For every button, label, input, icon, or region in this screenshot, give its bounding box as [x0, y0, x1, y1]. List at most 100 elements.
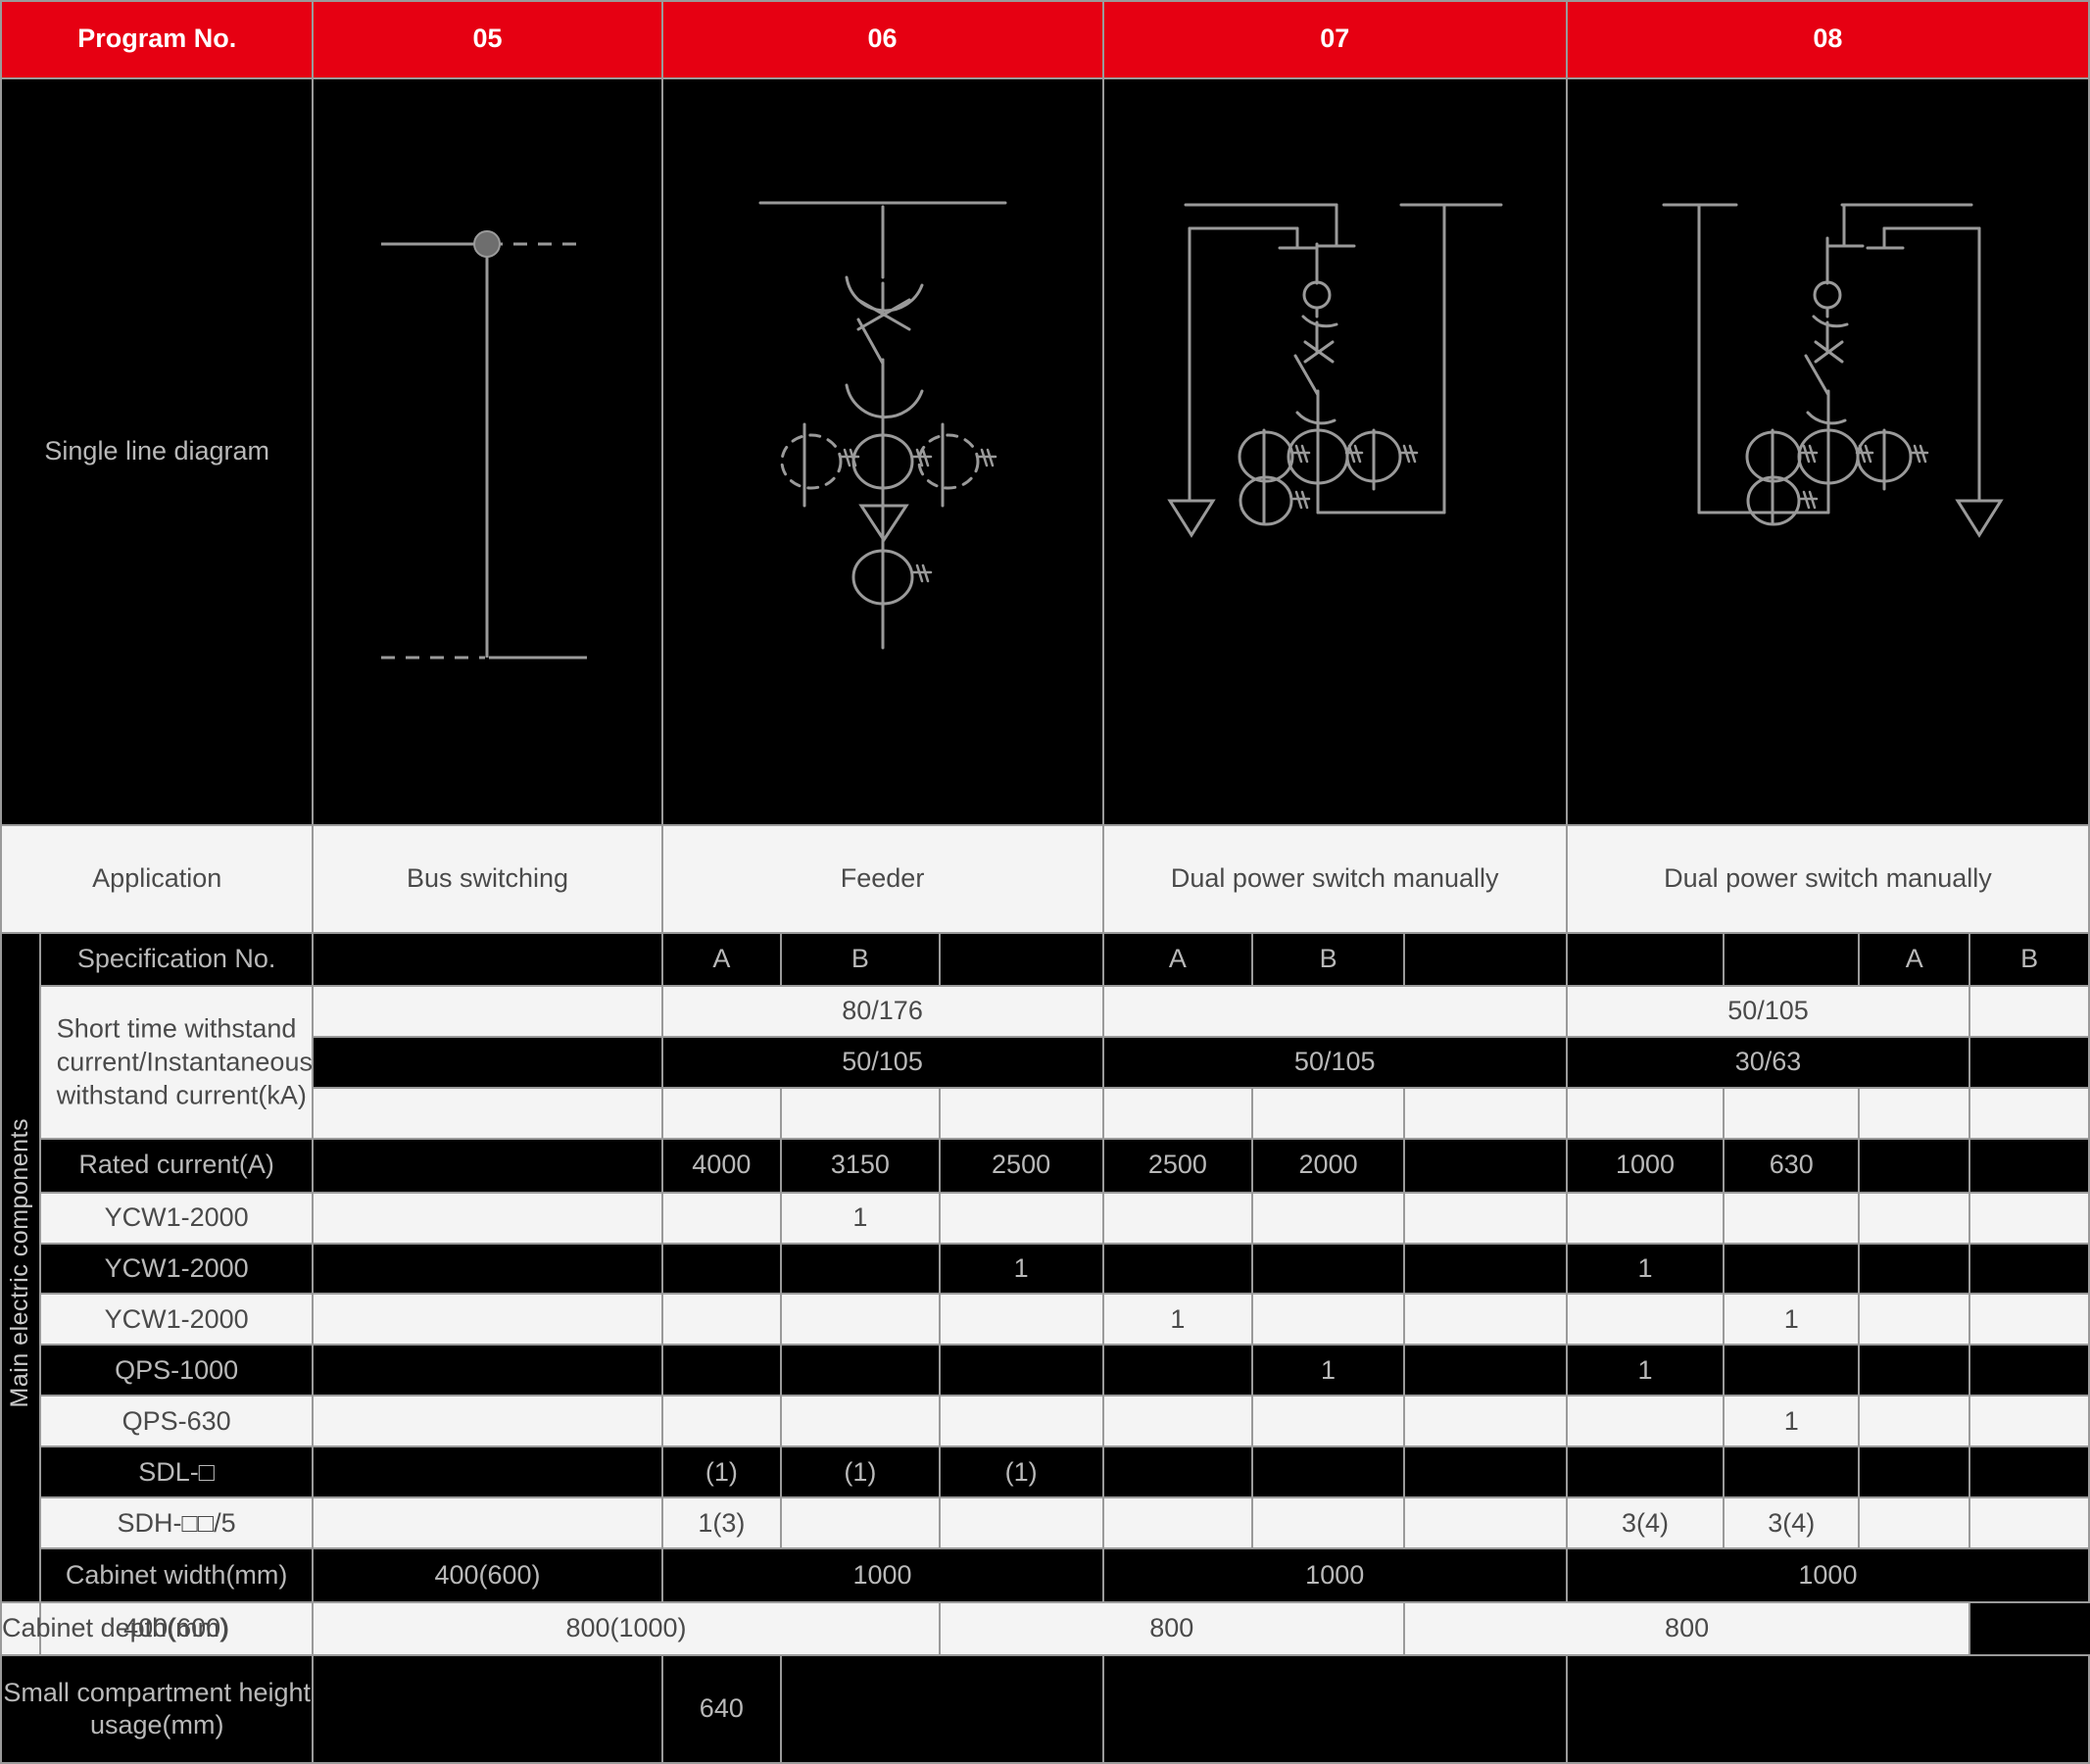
spec-no-c9: A: [1858, 931, 1971, 988]
side-label-text: Main electric components: [6, 1118, 34, 1408]
header-row: Program No. 05 06 07 08: [0, 0, 2090, 79]
withstand3-c9: [1858, 1087, 1971, 1141]
component-label-5: SDL-□: [38, 1446, 315, 1499]
small-compartment-label: Small compartment height usage(mm): [0, 1654, 315, 1764]
header-program-05: 05: [312, 0, 663, 79]
component-5-c3: (1): [938, 1446, 1104, 1499]
component-1-c6: [1402, 1242, 1568, 1296]
rated-current-row: Rated current(A) 4000 3150 2500 2500 200…: [1, 1138, 2090, 1194]
table-row: SDL-□ (1) (1) (1): [1, 1446, 2090, 1499]
component-1-c4: [1101, 1242, 1254, 1296]
component-4-c10: [1968, 1395, 2090, 1448]
component-2-c8: 1: [1723, 1293, 1861, 1347]
cabinet-depth-row: Cabinet depth(mm) 400(600) 800(1000) 800…: [0, 1600, 2089, 1657]
component-2-c1: [660, 1293, 783, 1347]
component-label-4: QPS-630: [38, 1395, 315, 1448]
component-2-05: [312, 1293, 663, 1347]
component-6-c10: [1968, 1496, 2090, 1550]
rated-current-c3: 2500: [938, 1138, 1104, 1194]
small-compartment-06b: [780, 1654, 1104, 1764]
component-3-c1: [660, 1344, 783, 1397]
spec-no-c8: [1723, 931, 1861, 988]
component-4-c4: [1101, 1395, 1254, 1448]
rated-current-label: Rated current(A): [38, 1138, 315, 1194]
withstand2-05: [312, 1036, 663, 1090]
withstand3-c1: [660, 1087, 783, 1141]
component-2-c4: 1: [1101, 1293, 1254, 1347]
header-program-08: 08: [1565, 0, 2090, 79]
spec-no-c3: [938, 931, 1104, 988]
component-5-c10: [1968, 1446, 2090, 1499]
component-4-c8: 1: [1723, 1395, 1861, 1448]
cabinet-width-08: 1000: [1565, 1547, 2090, 1603]
cabinet-width-06: 1000: [660, 1547, 1104, 1603]
table-row: YCW1-2000 1 1: [1, 1242, 2090, 1296]
component-5-c2: (1): [780, 1446, 941, 1499]
component-0-c8: [1723, 1191, 1861, 1245]
header-program-07: 07: [1101, 0, 1568, 79]
diagram-08-cell: [1565, 76, 2090, 827]
component-0-c7: [1565, 1191, 1725, 1245]
withstand2-06: 50/105: [660, 1036, 1104, 1090]
small-compartment-08: [1565, 1654, 2090, 1764]
withstand1-tail: [1968, 985, 2090, 1039]
withstand2-08: 30/63: [1565, 1036, 1971, 1090]
specification-sheet: Program No. 05 06 07 08 Single line diag…: [0, 0, 2090, 1764]
component-3-c7: 1: [1565, 1344, 1725, 1397]
component-1-c1: [660, 1242, 783, 1296]
component-3-c2: [780, 1344, 941, 1397]
cabinet-depth-06: 800(1000): [312, 1600, 941, 1657]
withstand-row-1: Short time withstand current/Instantaneo…: [1, 985, 2090, 1141]
rated-current-c1: 4000: [660, 1138, 783, 1194]
spec-no-c4: A: [1101, 931, 1254, 988]
withstand3-c2: [780, 1087, 941, 1141]
withstand-current-label: Short time withstand current/Instantaneo…: [38, 985, 315, 1141]
component-3-c5: 1: [1251, 1344, 1405, 1397]
withstand2-07: 50/105: [1101, 1036, 1568, 1090]
table-row: YCW1-2000 1 1: [1, 1293, 2090, 1347]
application-07: Dual power switch manually: [1101, 824, 1568, 934]
component-5-c6: [1402, 1446, 1568, 1499]
spec-no-c10: B: [1968, 931, 2090, 988]
rated-current-c4: 2500: [1101, 1138, 1254, 1194]
component-3-c4: [1101, 1344, 1254, 1397]
specification-no-label: Specification No.: [38, 931, 315, 988]
component-0-c9: [1858, 1191, 1971, 1245]
rated-current-c10: [1968, 1138, 2090, 1194]
component-2-c6: [1402, 1293, 1568, 1347]
component-2-c3: [938, 1293, 1104, 1347]
component-1-c8: [1723, 1242, 1861, 1296]
component-4-c9: [1858, 1395, 1971, 1448]
component-label-2: YCW1-2000: [38, 1293, 315, 1347]
component-5-05: [312, 1446, 663, 1499]
spec-no-c1: A: [660, 931, 783, 988]
component-3-c6: [1402, 1344, 1568, 1397]
component-6-c9: [1858, 1496, 1971, 1550]
spec-no-c2: B: [780, 931, 941, 988]
feeder-diagram-icon: [663, 168, 1102, 736]
dual-power-switch-a-diagram-icon: [1104, 168, 1566, 736]
withstand3-c4: [1101, 1087, 1254, 1141]
component-5-c7: [1565, 1446, 1725, 1499]
diagram-05-cell: [312, 76, 663, 827]
component-2-c7: [1565, 1293, 1725, 1347]
component-0-c10: [1968, 1191, 2090, 1245]
table-row: QPS-630 1: [1, 1395, 2090, 1448]
component-1-c3: 1: [938, 1242, 1104, 1296]
component-4-c7: [1565, 1395, 1725, 1448]
component-6-c8: 3(4): [1723, 1496, 1861, 1550]
withstand3-05: [312, 1087, 663, 1141]
main-electric-components-side-label: Main electric components: [0, 931, 41, 1603]
cabinet-depth-label: Cabinet depth(mm): [0, 1600, 228, 1657]
withstand3-c7: [1565, 1087, 1725, 1141]
component-6-05: [312, 1496, 663, 1550]
component-0-c3: [938, 1191, 1104, 1245]
bus-switching-diagram-icon: [314, 177, 660, 726]
component-1-c10: [1968, 1242, 2090, 1296]
cabinet-depth-08: 800: [1402, 1600, 1971, 1657]
rated-current-c5: 2000: [1251, 1138, 1405, 1194]
component-2-c9: [1858, 1293, 1971, 1347]
component-4-05: [312, 1395, 663, 1448]
rated-current-c9: [1858, 1138, 1971, 1194]
application-row: Application Bus switching Feeder Dual po…: [0, 824, 2090, 934]
